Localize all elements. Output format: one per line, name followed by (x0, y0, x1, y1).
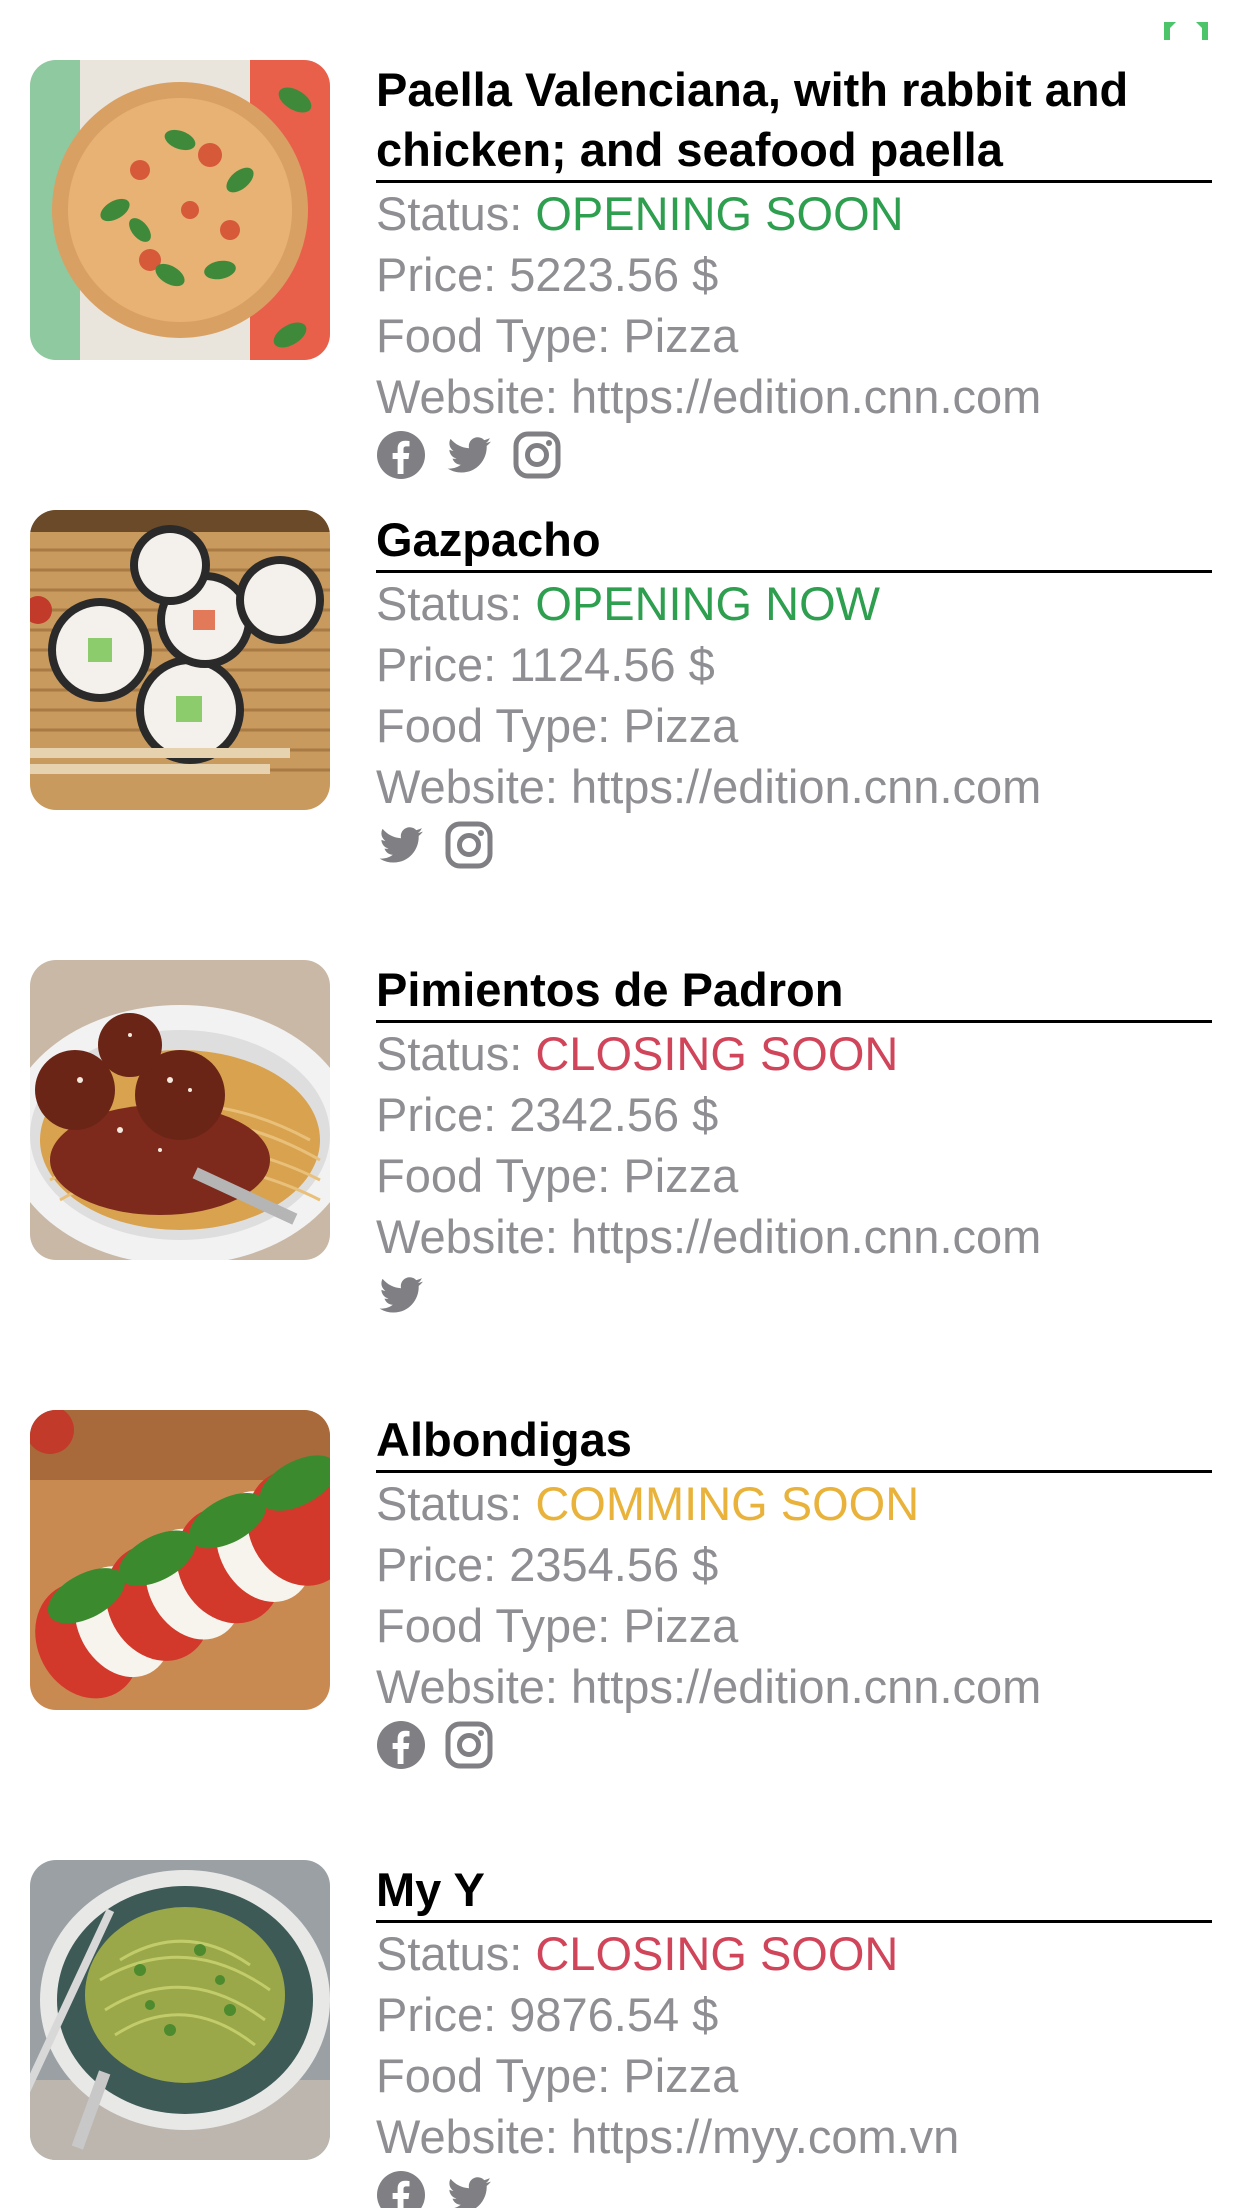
food-type-row: Food Type: Pizza (376, 305, 1212, 366)
social-links (376, 1717, 1212, 1773)
price-label: Price: (376, 1088, 510, 1141)
price-row: Price: 2342.56 $ (376, 1084, 1212, 1145)
food-type-label: Food Type: (376, 699, 624, 752)
item-info: My Y Status: CLOSING SOON Price: 9876.54… (376, 1860, 1212, 2208)
twitter-icon[interactable] (444, 430, 494, 480)
twitter-icon[interactable] (376, 1270, 426, 1320)
website-row: Website: https://edition.cnn.com (376, 366, 1212, 427)
status-label: Status: (376, 1027, 536, 1080)
item-info: Pimientos de Padron Status: CLOSING SOON… (376, 960, 1212, 1323)
price-row: Price: 1124.56 $ (376, 634, 1212, 695)
food-type-value: Pizza (623, 2049, 739, 2102)
social-links (376, 2167, 1212, 2208)
price-value: 2354.56 $ (509, 1538, 719, 1591)
screen: Paella Valenciana, with rabbit and chick… (0, 0, 1242, 2208)
item-name: My Y (376, 1860, 1212, 1923)
website-link[interactable]: https://edition.cnn.com (571, 370, 1041, 423)
website-row: Website: https://edition.cnn.com (376, 756, 1212, 817)
price-label: Price: (376, 638, 510, 691)
price-value: 1124.56 $ (509, 638, 715, 691)
website-label: Website: (376, 1660, 572, 1713)
status-row: Status: OPENING NOW (376, 573, 1212, 634)
facebook-icon[interactable] (376, 430, 426, 480)
meatball-spaghetti-image (30, 960, 330, 1260)
status-value: CLOSING SOON (535, 1027, 899, 1080)
item-name: Pimientos de Padron (376, 960, 1212, 1023)
food-type-value: Pizza (623, 1149, 739, 1202)
status-value: OPENING SOON (535, 187, 904, 240)
price-value: 9876.54 $ (509, 1988, 719, 2041)
status-label: Status: (376, 187, 536, 240)
status-value: OPENING NOW (535, 577, 881, 630)
food-type-row: Food Type: Pizza (376, 2045, 1212, 2106)
expand-icon[interactable] (1158, 18, 1214, 44)
website-link[interactable]: https://myy.com.vn (571, 2110, 959, 2163)
facebook-icon[interactable] (376, 1720, 426, 1770)
website-link[interactable]: https://edition.cnn.com (571, 1660, 1041, 1713)
price-value: 2342.56 $ (509, 1088, 719, 1141)
price-label: Price: (376, 248, 510, 301)
social-links (376, 427, 1212, 483)
food-type-value: Pizza (623, 1599, 739, 1652)
food-type-row: Food Type: Pizza (376, 695, 1212, 756)
item-info: Albondigas Status: COMMING SOON Price: 2… (376, 1410, 1212, 1773)
instagram-icon[interactable] (444, 1720, 494, 1770)
pizza-image (30, 60, 330, 360)
twitter-icon[interactable] (444, 2170, 494, 2208)
website-label: Website: (376, 1210, 572, 1263)
status-label: Status: (376, 577, 536, 630)
status-value: COMMING SOON (535, 1477, 920, 1530)
status-label: Status: (376, 1477, 536, 1530)
price-row: Price: 9876.54 $ (376, 1984, 1212, 2045)
food-type-label: Food Type: (376, 1599, 624, 1652)
food-type-label: Food Type: (376, 2049, 624, 2102)
website-row: Website: https://edition.cnn.com (376, 1656, 1212, 1717)
website-label: Website: (376, 370, 572, 423)
item-name: Gazpacho (376, 510, 1212, 573)
social-links (376, 1267, 1212, 1323)
status-row: Status: CLOSING SOON (376, 1023, 1212, 1084)
food-type-label: Food Type: (376, 1149, 624, 1202)
status-label: Status: (376, 1927, 536, 1980)
price-row: Price: 2354.56 $ (376, 1534, 1212, 1595)
status-row: Status: COMMING SOON (376, 1473, 1212, 1534)
website-link[interactable]: https://edition.cnn.com (571, 1210, 1041, 1263)
sushi-image (30, 510, 330, 810)
website-label: Website: (376, 760, 572, 813)
facebook-icon[interactable] (376, 2170, 426, 2208)
food-type-value: Pizza (623, 699, 739, 752)
price-value: 5223.56 $ (509, 248, 719, 301)
item-info: Gazpacho Status: OPENING NOW Price: 1124… (376, 510, 1212, 873)
status-row: Status: OPENING SOON (376, 183, 1212, 244)
social-links (376, 817, 1212, 873)
twitter-icon[interactable] (376, 820, 426, 870)
website-label: Website: (376, 2110, 572, 2163)
instagram-icon[interactable] (444, 820, 494, 870)
item-name: Albondigas (376, 1410, 1212, 1473)
website-link[interactable]: https://edition.cnn.com (571, 760, 1041, 813)
status-row: Status: CLOSING SOON (376, 1923, 1212, 1984)
food-type-label: Food Type: (376, 309, 624, 362)
price-label: Price: (376, 1988, 510, 2041)
website-row: Website: https://myy.com.vn (376, 2106, 1212, 2167)
food-type-row: Food Type: Pizza (376, 1595, 1212, 1656)
item-info: Paella Valenciana, with rabbit and chick… (376, 60, 1212, 483)
price-row: Price: 5223.56 $ (376, 244, 1212, 305)
instagram-icon[interactable] (512, 430, 562, 480)
food-type-row: Food Type: Pizza (376, 1145, 1212, 1206)
item-name: Paella Valenciana, with rabbit and chick… (376, 60, 1212, 183)
pesto-pasta-image (30, 1860, 330, 2160)
caprese-image (30, 1410, 330, 1710)
price-label: Price: (376, 1538, 510, 1591)
food-type-value: Pizza (623, 309, 739, 362)
website-row: Website: https://edition.cnn.com (376, 1206, 1212, 1267)
status-value: CLOSING SOON (535, 1927, 899, 1980)
